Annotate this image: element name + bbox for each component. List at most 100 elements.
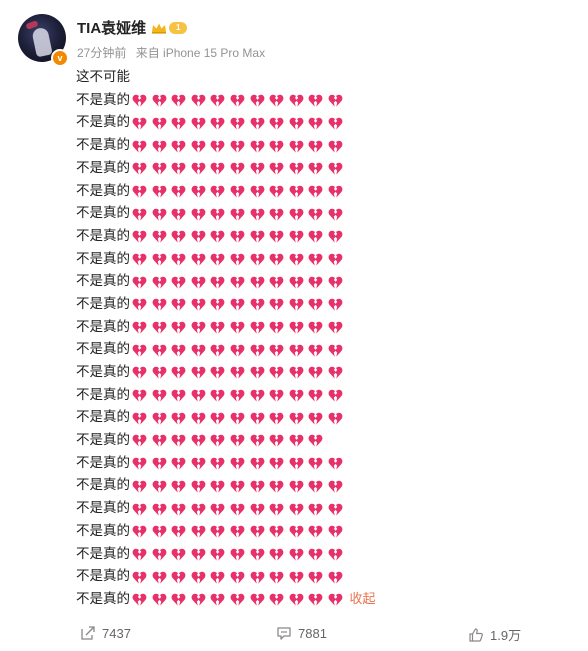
broken-heart-icon xyxy=(210,570,225,584)
broken-heart-icon xyxy=(308,275,323,289)
broken-heart-icon xyxy=(152,592,167,606)
broken-heart-icon xyxy=(269,547,284,561)
broken-heart-icon xyxy=(230,161,245,175)
broken-heart-icon xyxy=(191,388,206,402)
heart-group xyxy=(132,270,348,293)
post-line: 不是真的 xyxy=(76,520,576,543)
broken-heart-icon xyxy=(269,592,284,606)
post-line: 不是真的 xyxy=(76,89,576,112)
post-line-text: 不是真的 xyxy=(76,137,130,153)
broken-heart-icon xyxy=(210,524,225,538)
like-button[interactable]: 1.9万 xyxy=(468,625,521,644)
broken-heart-icon xyxy=(171,275,186,289)
heart-group xyxy=(132,361,348,384)
heart-group xyxy=(132,225,348,248)
heart-group xyxy=(132,338,348,361)
heart-group xyxy=(132,248,348,271)
member-level-badge: 1 xyxy=(169,21,188,34)
post-line-text: 不是真的 xyxy=(76,341,130,357)
broken-heart-icon xyxy=(308,343,323,357)
post-first-line: 这不可能 xyxy=(76,69,130,85)
broken-heart-icon xyxy=(289,365,304,379)
broken-heart-icon xyxy=(308,502,323,516)
broken-heart-icon xyxy=(308,434,323,448)
heart-group xyxy=(132,180,348,203)
broken-heart-icon xyxy=(328,229,343,243)
broken-heart-icon xyxy=(289,184,304,198)
broken-heart-icon xyxy=(230,388,245,402)
heart-group xyxy=(132,474,348,497)
broken-heart-icon xyxy=(250,592,265,606)
broken-heart-icon xyxy=(289,229,304,243)
broken-heart-icon xyxy=(269,229,284,243)
broken-heart-icon xyxy=(210,93,225,107)
broken-heart-icon xyxy=(132,116,147,130)
broken-heart-icon xyxy=(250,161,265,175)
broken-heart-icon xyxy=(132,456,147,470)
broken-heart-icon xyxy=(289,116,304,130)
comment-button[interactable]: 7881 xyxy=(276,625,327,641)
broken-heart-icon xyxy=(152,570,167,584)
broken-heart-icon xyxy=(308,592,323,606)
post-line-text: 不是真的 xyxy=(76,250,130,266)
broken-heart-icon xyxy=(269,116,284,130)
broken-heart-icon xyxy=(191,524,206,538)
broken-heart-icon xyxy=(250,502,265,516)
broken-heart-icon xyxy=(132,434,147,448)
heart-group xyxy=(132,316,348,339)
post-time[interactable]: 27分钟前 xyxy=(77,46,126,60)
post-footer: 7437 7881 1.9万 xyxy=(0,616,588,651)
broken-heart-icon xyxy=(132,570,147,584)
broken-heart-icon xyxy=(230,502,245,516)
broken-heart-icon xyxy=(132,161,147,175)
broken-heart-icon xyxy=(152,116,167,130)
post-line: 不是真的 xyxy=(76,338,576,361)
broken-heart-icon xyxy=(230,365,245,379)
broken-heart-icon xyxy=(132,252,147,266)
broken-heart-icon xyxy=(328,275,343,289)
broken-heart-icon xyxy=(191,547,206,561)
post-line: 不是真的 xyxy=(76,384,576,407)
broken-heart-icon xyxy=(191,479,206,493)
collapse-link[interactable]: 收起 xyxy=(350,591,376,606)
broken-heart-icon xyxy=(171,252,186,266)
broken-heart-icon xyxy=(328,93,343,107)
broken-heart-icon xyxy=(269,93,284,107)
broken-heart-icon xyxy=(230,343,245,357)
author-name[interactable]: TIA袁娅维 xyxy=(77,17,146,38)
broken-heart-icon xyxy=(171,524,186,538)
broken-heart-icon xyxy=(250,252,265,266)
heart-group xyxy=(132,497,348,520)
broken-heart-icon xyxy=(230,229,245,243)
heart-group xyxy=(132,565,348,588)
broken-heart-icon xyxy=(250,456,265,470)
broken-heart-icon xyxy=(269,139,284,153)
broken-heart-icon xyxy=(289,411,304,425)
broken-heart-icon xyxy=(171,479,186,493)
broken-heart-icon xyxy=(250,547,265,561)
broken-heart-icon xyxy=(269,343,284,357)
broken-heart-icon xyxy=(308,161,323,175)
broken-heart-icon xyxy=(289,320,304,334)
broken-heart-icon xyxy=(328,570,343,584)
broken-heart-icon xyxy=(328,502,343,516)
broken-heart-icon xyxy=(210,297,225,311)
post-line: 不是真的 xyxy=(76,316,576,339)
broken-heart-icon xyxy=(328,320,343,334)
broken-heart-icon xyxy=(269,524,284,538)
broken-heart-icon xyxy=(152,524,167,538)
share-button[interactable]: 7437 xyxy=(80,625,131,641)
heart-group xyxy=(132,134,348,157)
broken-heart-icon xyxy=(171,547,186,561)
post-line: 不是真的 xyxy=(76,225,576,248)
post-line: 不是真的 xyxy=(76,452,576,475)
post-line-text: 不是真的 xyxy=(76,477,130,493)
broken-heart-icon xyxy=(210,252,225,266)
broken-heart-icon xyxy=(191,139,206,153)
comment-icon xyxy=(277,627,291,640)
broken-heart-icon xyxy=(230,592,245,606)
heart-group xyxy=(132,452,348,475)
broken-heart-icon xyxy=(191,592,206,606)
broken-heart-icon xyxy=(308,116,323,130)
broken-heart-icon xyxy=(210,456,225,470)
